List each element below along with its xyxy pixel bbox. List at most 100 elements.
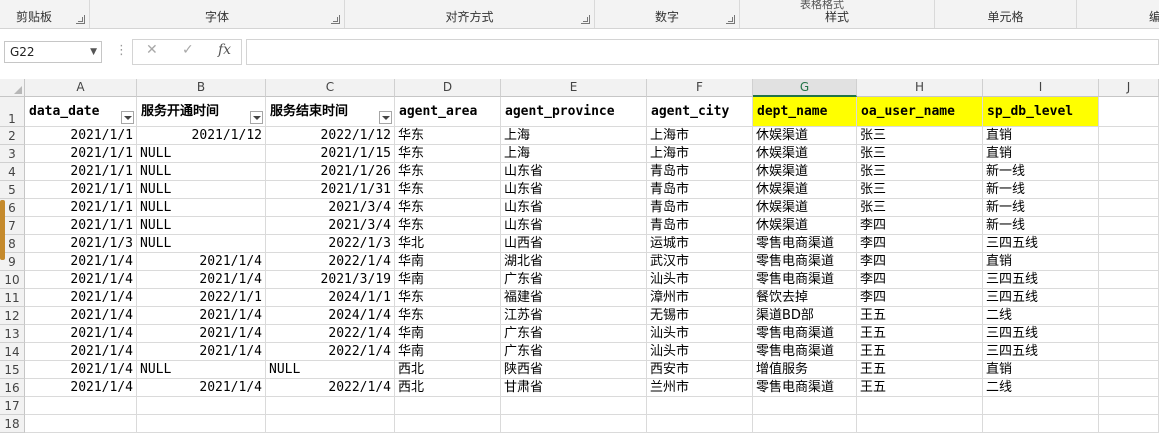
column-header-e[interactable]: E <box>501 79 647 97</box>
grid-cell[interactable] <box>753 415 857 433</box>
grid-cell[interactable] <box>395 415 501 433</box>
grid-cell[interactable]: NULL <box>137 361 266 379</box>
grid-cell[interactable] <box>1099 325 1159 343</box>
grid-cell[interactable]: 广东省 <box>501 271 647 289</box>
grid-cell[interactable]: 2024/1/4 <box>266 307 395 325</box>
grid-cell[interactable] <box>647 397 753 415</box>
grid-cell[interactable]: 2021/1/4 <box>25 253 137 271</box>
grid-cell[interactable]: 零售电商渠道 <box>753 271 857 289</box>
splitter-dots-icon[interactable]: ⋮ <box>115 43 128 58</box>
row-header[interactable]: 14 <box>0 343 25 361</box>
grid-cell[interactable]: 汕头市 <box>647 343 753 361</box>
grid-cell[interactable]: 2021/1/3 <box>25 235 137 253</box>
grid-cell[interactable] <box>1099 361 1159 379</box>
grid-cell[interactable]: 餐饮去掉 <box>753 289 857 307</box>
grid-cell[interactable]: 兰州市 <box>647 379 753 397</box>
grid-cell[interactable]: 上海 <box>501 127 647 145</box>
header-cell[interactable]: sp_db_level <box>983 97 1099 127</box>
header-cell[interactable]: agent_area <box>395 97 501 127</box>
grid-cell[interactable] <box>1099 289 1159 307</box>
grid-cell[interactable]: 2021/1/15 <box>266 145 395 163</box>
grid-cell[interactable] <box>25 397 137 415</box>
column-header-d[interactable]: D <box>395 79 501 97</box>
grid-cell[interactable]: 甘肃省 <box>501 379 647 397</box>
grid-cell[interactable]: 华南 <box>395 253 501 271</box>
grid-cell[interactable]: 王五 <box>857 307 983 325</box>
grid-cell[interactable] <box>1099 271 1159 289</box>
grid-cell[interactable]: 西安市 <box>647 361 753 379</box>
grid-cell[interactable]: 武汉市 <box>647 253 753 271</box>
grid-cell[interactable]: 三四五线 <box>983 343 1099 361</box>
grid-cell[interactable] <box>1099 415 1159 433</box>
grid-cell[interactable] <box>266 415 395 433</box>
grid-cell[interactable]: 青岛市 <box>647 163 753 181</box>
header-cell[interactable]: oa_user_name <box>857 97 983 127</box>
grid-cell[interactable] <box>1099 181 1159 199</box>
grid-cell[interactable]: 零售电商渠道 <box>753 253 857 271</box>
grid-cell[interactable]: 零售电商渠道 <box>753 343 857 361</box>
grid-cell[interactable]: 2021/1/31 <box>266 181 395 199</box>
grid-cell[interactable]: 三四五线 <box>983 325 1099 343</box>
grid-cell[interactable]: 2021/1/4 <box>25 289 137 307</box>
row-header[interactable]: 3 <box>0 145 25 163</box>
grid-cell[interactable]: 2021/1/4 <box>137 253 266 271</box>
dialog-launcher-icon[interactable] <box>76 15 85 24</box>
grid-cell[interactable]: 直销 <box>983 127 1099 145</box>
grid-cell[interactable]: 2021/1/4 <box>25 343 137 361</box>
dialog-launcher-icon[interactable] <box>581 15 590 24</box>
row-header[interactable]: 1 <box>0 97 25 127</box>
grid-cell[interactable]: 2021/1/4 <box>25 325 137 343</box>
grid-cell[interactable]: 2021/3/4 <box>266 217 395 235</box>
column-header-b[interactable]: B <box>137 79 266 97</box>
grid-cell[interactable]: 华东 <box>395 289 501 307</box>
grid-cell[interactable]: 华南 <box>395 325 501 343</box>
grid-cell[interactable] <box>1099 235 1159 253</box>
dialog-launcher-icon[interactable] <box>726 15 735 24</box>
cancel-icon[interactable]: ✕ <box>146 42 158 58</box>
grid-cell[interactable]: 江苏省 <box>501 307 647 325</box>
grid-cell[interactable]: 张三 <box>857 181 983 199</box>
grid-cell[interactable]: 李四 <box>857 253 983 271</box>
header-cell[interactable]: agent_province <box>501 97 647 127</box>
enter-icon[interactable]: ✓ <box>182 42 194 58</box>
grid-cell[interactable]: 2021/1/4 <box>25 271 137 289</box>
grid-cell[interactable] <box>1099 97 1159 127</box>
grid-cell[interactable]: 2021/1/4 <box>137 379 266 397</box>
grid-cell[interactable]: 2021/1/4 <box>25 307 137 325</box>
grid-cell[interactable] <box>983 415 1099 433</box>
column-header-i[interactable]: I <box>983 79 1099 97</box>
grid-cell[interactable] <box>983 397 1099 415</box>
grid-cell[interactable]: 青岛市 <box>647 199 753 217</box>
grid-cell[interactable] <box>395 397 501 415</box>
grid-cell[interactable]: 上海市 <box>647 127 753 145</box>
grid-cell[interactable]: 广东省 <box>501 343 647 361</box>
grid-cell[interactable]: 华东 <box>395 181 501 199</box>
grid-cell[interactable]: 2022/1/4 <box>266 343 395 361</box>
grid-cell[interactable]: 零售电商渠道 <box>753 325 857 343</box>
header-cell[interactable]: data_date <box>25 97 137 127</box>
grid-cell[interactable]: 华东 <box>395 163 501 181</box>
grid-cell[interactable] <box>1099 379 1159 397</box>
grid-cell[interactable]: 2022/1/1 <box>137 289 266 307</box>
grid-cell[interactable]: 零售电商渠道 <box>753 235 857 253</box>
grid-cell[interactable]: NULL <box>137 145 266 163</box>
grid-cell[interactable]: 山东省 <box>501 163 647 181</box>
grid-cell[interactable]: 王五 <box>857 379 983 397</box>
row-header[interactable]: 12 <box>0 307 25 325</box>
grid-cell[interactable]: 华东 <box>395 199 501 217</box>
row-header[interactable]: 17 <box>0 397 25 415</box>
grid-cell[interactable]: 西北 <box>395 379 501 397</box>
header-cell[interactable]: dept_name <box>753 97 857 127</box>
name-box[interactable]: G22 ▼ <box>4 41 102 63</box>
insert-function-icon[interactable]: fx <box>218 42 231 58</box>
grid-cell[interactable]: 直销 <box>983 253 1099 271</box>
grid-cell[interactable]: 2022/1/4 <box>266 325 395 343</box>
grid-cell[interactable]: 二线 <box>983 307 1099 325</box>
grid-cell[interactable]: 李四 <box>857 217 983 235</box>
header-cell[interactable]: 服务结束时间 <box>266 97 395 127</box>
grid-cell[interactable]: 2021/1/1 <box>25 127 137 145</box>
grid-cell[interactable]: 2024/1/1 <box>266 289 395 307</box>
grid-cell[interactable]: 2022/1/4 <box>266 253 395 271</box>
column-header-g[interactable]: G <box>753 79 857 97</box>
grid-cell[interactable]: 张三 <box>857 199 983 217</box>
